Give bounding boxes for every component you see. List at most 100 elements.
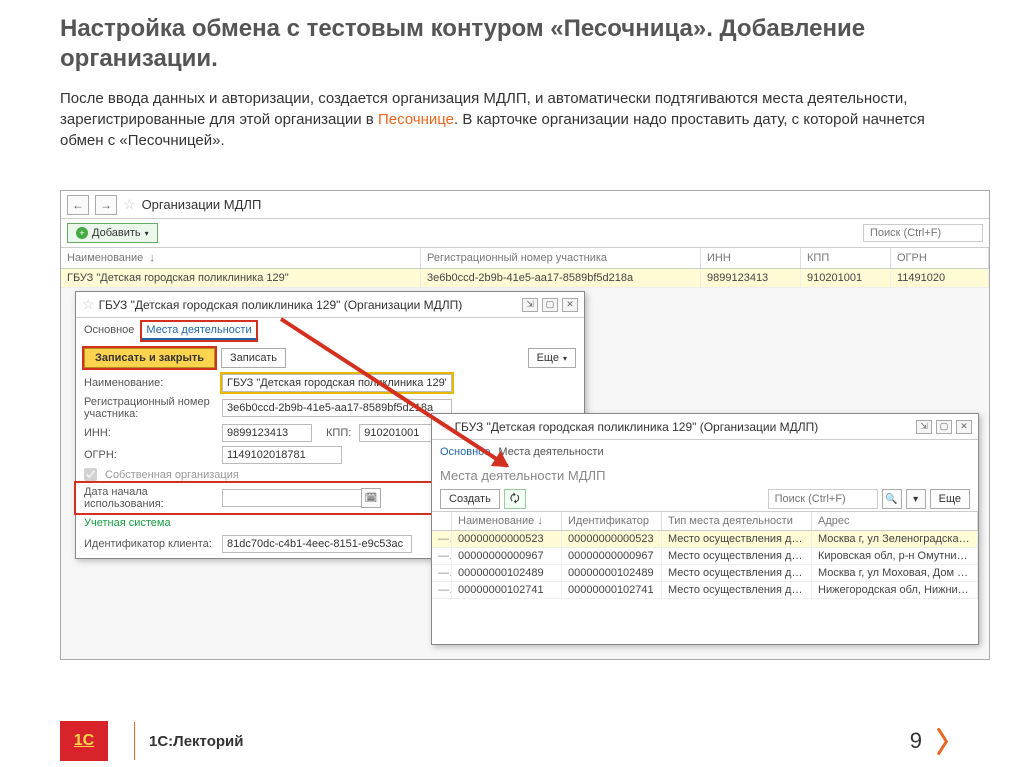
tab-places[interactable]: Места деятельности: [142, 322, 255, 340]
pcol-id[interactable]: Идентификатор: [562, 512, 662, 530]
cell-type: Место осуществления деятель...: [662, 531, 812, 547]
places-subtitle: Места деятельности МДЛП: [432, 464, 978, 487]
plus-icon: +: [76, 227, 88, 239]
cell-name: ГБУЗ "Детская городская поликлиника 129": [61, 269, 421, 287]
places-row[interactable]: —0000000000052300000000000523Место осуще…: [432, 531, 978, 548]
row-marker: —: [432, 531, 452, 547]
cell-name: 00000000000967: [452, 548, 562, 564]
col-inn[interactable]: ИНН: [701, 248, 801, 268]
input-ogrn[interactable]: [222, 446, 342, 464]
app-window: ← → ☆ Организации МДЛП + Добавить ▾ Наим…: [60, 190, 990, 660]
add-label: Добавить: [92, 227, 141, 239]
label-client-id: Идентификатор клиента:: [84, 538, 214, 550]
cell-type: Место осуществления деятель...: [662, 582, 812, 598]
minimize-icon[interactable]: ▢: [936, 420, 952, 434]
calendar-icon[interactable]: 🗓: [361, 488, 381, 508]
tab-main[interactable]: Основное: [84, 322, 134, 340]
places-row[interactable]: —0000000010248900000000102489Место осуще…: [432, 565, 978, 582]
places-row[interactable]: —0000000000096700000000000967Место осуще…: [432, 548, 978, 565]
places-grid-header: Наименование ↓ Идентификатор Тип места д…: [432, 511, 978, 531]
more-button[interactable]: Еще: [930, 489, 970, 509]
add-button[interactable]: + Добавить ▾: [67, 223, 158, 243]
input-start-date[interactable]: [222, 489, 362, 507]
label-ogrn: ОГРН:: [84, 449, 214, 461]
window-title: Организации МДЛП: [142, 197, 262, 212]
page-number: 9: [910, 728, 922, 754]
search-icon[interactable]: 🔍: [882, 489, 902, 509]
close-icon[interactable]: ✕: [562, 298, 578, 312]
pcol-type[interactable]: Тип места деятельности: [662, 512, 812, 530]
forward-button[interactable]: →: [95, 195, 117, 215]
col-name[interactable]: Наименование ↓: [61, 248, 421, 268]
divider: [134, 722, 135, 760]
favorite-icon[interactable]: ☆: [82, 296, 95, 313]
col-kpp[interactable]: КПП: [801, 248, 891, 268]
footer-label: 1С:Лекторий: [149, 733, 243, 750]
close-icon[interactable]: ✕: [956, 420, 972, 434]
label-own-org: Собственная организация: [105, 469, 239, 481]
search-input[interactable]: [863, 224, 983, 242]
cell-addr: Кировская обл, р-н Омутнинский, ж/д_будк…: [812, 548, 978, 564]
input-inn[interactable]: [222, 424, 312, 442]
input-name[interactable]: [222, 374, 452, 392]
cell-id: 00000000102489: [562, 565, 662, 581]
cell-kpp: 910201001: [801, 269, 891, 287]
row-marker: —: [432, 548, 452, 564]
cell-type: Место осуществления деятель...: [662, 548, 812, 564]
cell-addr: Нижегородская обл, Нижний Новгород г, ул…: [812, 582, 978, 598]
logo-1c: 1C: [60, 721, 108, 761]
para-highlight: Песочнице: [378, 111, 454, 128]
cell-addr: Москва г, ул Моховая, Дом 6, Строение 2: [812, 565, 978, 581]
org-card-title: ГБУЗ "Детская городская поликлиника 129"…: [99, 298, 463, 312]
places-window: ☆ ГБУЗ "Детская городская поликлиника 12…: [431, 413, 979, 645]
row-marker: —: [432, 582, 452, 598]
places-row[interactable]: —0000000010274100000000102741Место осуще…: [432, 582, 978, 599]
label-name: Наименование:: [84, 377, 214, 389]
chevron-right-icon: 〉: [936, 721, 964, 761]
toolbar: + Добавить ▾: [61, 219, 989, 247]
col-reg[interactable]: Регистрационный номер участника: [421, 248, 701, 268]
detach-icon[interactable]: ⇲: [916, 420, 932, 434]
org-card-header: ☆ ГБУЗ "Детская городская поликлиника 12…: [76, 292, 584, 318]
refresh-icon[interactable]: 🗘: [504, 489, 526, 509]
pcol-addr[interactable]: Адрес: [812, 512, 978, 530]
org-tabs: Основное Места деятельности: [76, 318, 584, 344]
grid-row[interactable]: ГБУЗ "Детская городская поликлиника 129"…: [61, 269, 989, 288]
save-close-button[interactable]: Записать и закрыть: [84, 348, 215, 368]
input-kpp[interactable]: [359, 424, 439, 442]
label-start-date: Дата начала использования:: [84, 486, 214, 510]
save-button[interactable]: Записать: [221, 348, 286, 368]
create-button[interactable]: Создать: [440, 489, 500, 509]
cell-id: 00000000000967: [562, 548, 662, 564]
cell-id: 00000000000523: [562, 531, 662, 547]
favorite-icon[interactable]: ☆: [123, 196, 136, 213]
back-button[interactable]: ←: [67, 195, 89, 215]
tab-places[interactable]: Места деятельности: [498, 444, 603, 460]
label-reg: Регистрационный номер участника:: [84, 396, 214, 420]
cell-inn: 9899123413: [701, 269, 801, 287]
places-header: ☆ ГБУЗ "Детская городская поликлиника 12…: [432, 414, 978, 440]
clear-icon[interactable]: ▾: [906, 489, 926, 509]
col-ogrn[interactable]: ОГРН: [891, 248, 989, 268]
detach-icon[interactable]: ⇲: [522, 298, 538, 312]
minimize-icon[interactable]: ▢: [542, 298, 558, 312]
cell-type: Место осуществления деятель...: [662, 565, 812, 581]
more-button[interactable]: Еще ▾: [528, 348, 576, 368]
cell-ogrn: 11491020: [891, 269, 989, 287]
cell-addr: Москва г, ул Зеленоградская, Дом 1корпус…: [812, 531, 978, 547]
places-tabs: Основное Места деятельности: [432, 440, 978, 464]
places-title: ГБУЗ "Детская городская поликлиника 129"…: [455, 420, 819, 434]
cell-name: 00000000102741: [452, 582, 562, 598]
cell-reg: 3e6b0ccd-2b9b-41e5-aa17-8589bf5d218a: [421, 269, 701, 287]
label-inn: ИНН:: [84, 427, 214, 439]
cell-name: 00000000102489: [452, 565, 562, 581]
slide-paragraph: После ввода данных и авторизации, создае…: [0, 78, 1024, 159]
titlebar: ← → ☆ Организации МДЛП: [61, 191, 989, 219]
places-search-input[interactable]: [768, 489, 878, 509]
slide-footer: 1C 1С:Лекторий 9 〉: [0, 721, 1024, 761]
checkbox-own-org: [84, 468, 97, 481]
pcol-name[interactable]: Наименование ↓: [452, 512, 562, 530]
input-client-id[interactable]: [222, 535, 412, 553]
cell-id: 00000000102741: [562, 582, 662, 598]
label-kpp: КПП:: [326, 427, 351, 439]
